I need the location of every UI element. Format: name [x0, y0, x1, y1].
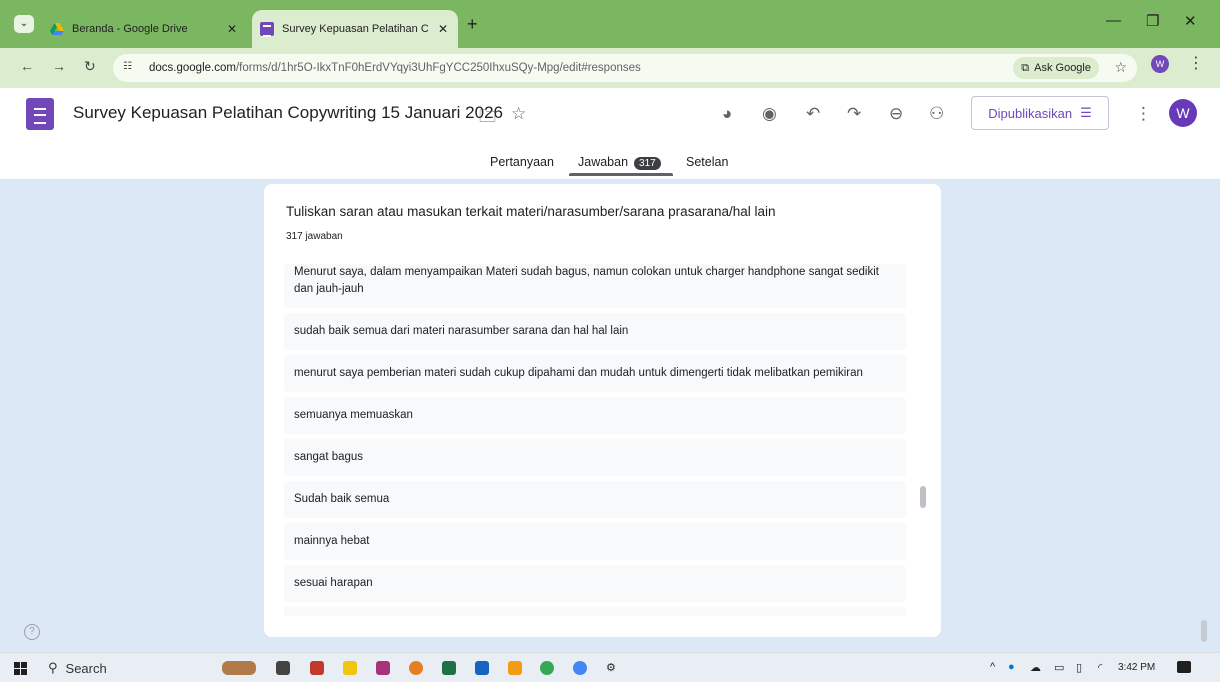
search-icon: ⚲	[48, 660, 58, 675]
ask-google-button[interactable]: ⧉ Ask Google	[1013, 57, 1099, 79]
list-item: ---	[284, 607, 906, 616]
app-icon[interactable]	[310, 661, 324, 675]
move-to-folder-icon[interactable]: 🗀	[479, 104, 496, 133]
publish-settings-icon: ☰	[1080, 105, 1092, 120]
list-item: mainnya hebat	[284, 523, 906, 560]
redo-icon[interactable]: ↷	[847, 104, 861, 124]
windows-start-icon[interactable]	[14, 662, 27, 675]
google-forms-logo-icon[interactable]	[26, 98, 54, 130]
browser-tab-drive[interactable]: Beranda - Google Drive ✕	[42, 10, 247, 48]
help-icon[interactable]: ?	[24, 624, 40, 640]
forward-icon[interactable]: →	[52, 58, 66, 74]
more-options-icon[interactable]: ⋮	[1135, 104, 1152, 124]
add-collaborator-icon[interactable]: ⚇	[929, 104, 944, 124]
preview-eye-icon[interactable]: ◉	[762, 104, 777, 124]
link-icon[interactable]: ⊖	[889, 104, 903, 124]
browser-tab-strip: ⌄ Beranda - Google Drive ✕ Survey Kepuas…	[0, 0, 1220, 48]
account-avatar[interactable]: W	[1169, 99, 1197, 127]
tab-responses[interactable]: Jawaban 317	[578, 155, 661, 170]
active-tab-indicator	[569, 173, 673, 176]
list-item: Menurut saya, dalam menyampaikan Materi …	[284, 264, 906, 308]
list-item: sesuai harapan	[284, 565, 906, 602]
wifi-icon[interactable]: ◜	[1098, 661, 1102, 674]
published-label: Dipublikasikan	[988, 105, 1073, 121]
restore-icon[interactable]: ❐	[1146, 12, 1159, 30]
clock[interactable]: 3:42 PM	[1118, 662, 1155, 673]
list-item: Sudah baik semua	[284, 481, 906, 518]
ask-google-label: Ask Google	[1034, 62, 1091, 74]
close-window-icon[interactable]: ✕	[1184, 12, 1197, 30]
answer-list[interactable]: Menurut saya, dalam menyampaikan Materi …	[284, 264, 906, 616]
response-count: 317 jawaban	[286, 231, 343, 242]
google-drive-icon	[50, 23, 64, 35]
published-button[interactable]: Dipublikasikan ☰	[971, 96, 1109, 130]
tab-questions[interactable]: Pertanyaan	[490, 155, 554, 169]
close-tab-icon[interactable]: ✕	[436, 22, 450, 36]
tab-responses-label: Jawaban	[578, 155, 629, 169]
network-icon[interactable]: ▭	[1054, 661, 1064, 674]
tab-title: Survey Kepuasan Pelatihan Cop	[282, 23, 428, 35]
chrome-profile-icon[interactable]	[573, 661, 587, 675]
star-icon[interactable]: ☆	[511, 104, 526, 124]
list-item: sudah baik semua dari materi narasumber …	[284, 313, 906, 350]
tray-expand-icon[interactable]: ^	[990, 661, 995, 673]
file-explorer-icon[interactable]	[343, 661, 357, 675]
site-settings-icon[interactable]: ☷	[123, 61, 139, 75]
back-icon[interactable]: ←	[20, 58, 34, 74]
browser-profile-avatar[interactable]: W	[1151, 55, 1169, 73]
taskbar-search[interactable]: ⚲ Search	[40, 657, 210, 679]
lens-icon: ⧉	[1021, 61, 1030, 74]
page-scrollbar[interactable]	[1201, 620, 1207, 642]
chrome-icon[interactable]	[540, 661, 554, 675]
widget-icon[interactable]	[222, 661, 256, 675]
palette-icon[interactable]: ◕	[722, 104, 732, 124]
response-count-badge: 317	[634, 157, 661, 170]
browser-toolbar: ← → ↻ ☷ docs.google.com/forms/d/1hr5O-Ik…	[0, 48, 1220, 88]
form-title[interactable]: Survey Kepuasan Pelatihan Copywriting 15…	[73, 103, 503, 123]
bookmark-star-icon[interactable]: ☆	[1114, 59, 1127, 76]
new-tab-icon[interactable]: +	[467, 14, 478, 35]
notification-icon[interactable]	[1177, 661, 1191, 673]
excel-icon[interactable]	[442, 661, 456, 675]
url-host: docs.google.com	[149, 62, 236, 74]
forms-header: Survey Kepuasan Pelatihan Copywriting 15…	[0, 88, 1220, 180]
google-forms-icon	[260, 22, 274, 37]
app-icon[interactable]	[508, 661, 522, 675]
browser-menu-icon[interactable]: ⋮	[1188, 53, 1204, 73]
windows-taskbar: ⚲ Search ⚙ ^ ● ☁ ▭ ▯ ◜ 3:42 PM	[0, 652, 1220, 682]
list-item: semuanya memuaskan	[284, 397, 906, 434]
browser-tab-forms[interactable]: Survey Kepuasan Pelatihan Cop ✕	[252, 10, 458, 48]
onedrive-icon[interactable]: ●	[1008, 661, 1015, 673]
answer-list-scrollbar[interactable]	[920, 486, 926, 508]
question-summary-card: Tuliskan saran atau masukan terkait mate…	[264, 184, 941, 637]
list-item: sangat bagus	[284, 439, 906, 476]
firefox-icon[interactable]	[409, 661, 423, 675]
reload-icon[interactable]: ↻	[84, 58, 96, 75]
responses-area: Tuliskan saran atau masukan terkait mate…	[0, 180, 1220, 652]
close-tab-icon[interactable]: ✕	[225, 22, 239, 36]
undo-icon[interactable]: ↶	[806, 104, 820, 124]
tab-title: Beranda - Google Drive	[72, 23, 188, 35]
app-icon[interactable]	[376, 661, 390, 675]
cloud-icon[interactable]: ☁	[1030, 661, 1041, 674]
tab-search-menu-icon[interactable]: ⌄	[14, 15, 34, 33]
address-bar[interactable]: ☷ docs.google.com/forms/d/1hr5O-IkxTnF0h…	[113, 54, 1137, 82]
search-label: Search	[65, 660, 107, 676]
outlook-icon[interactable]	[475, 661, 489, 675]
settings-gear-icon[interactable]: ⚙	[606, 661, 616, 674]
battery-icon[interactable]: ▯	[1076, 661, 1082, 674]
task-view-icon[interactable]	[276, 661, 290, 675]
minimize-icon[interactable]: —	[1106, 12, 1121, 29]
url-path: /forms/d/1hr5O-IkxTnF0hErdVYqyi3UhFgYCC2…	[235, 62, 641, 74]
question-title: Tuliskan saran atau masukan terkait mate…	[286, 204, 776, 219]
list-item: menurut saya pemberian materi sudah cuku…	[284, 355, 906, 392]
tab-settings[interactable]: Setelan	[686, 155, 728, 169]
